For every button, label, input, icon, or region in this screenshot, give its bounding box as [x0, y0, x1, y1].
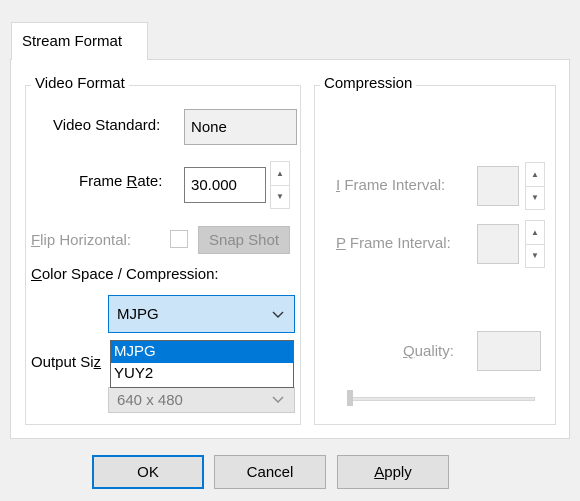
dropdown-option-mjpg[interactable]: MJPG [111, 341, 293, 363]
color-space-label: Color Space / Compression: [31, 266, 219, 283]
p-frame-interval-input[interactable] [477, 224, 519, 264]
p-frame-interval-label: P Frame Interval: [336, 235, 451, 252]
apply-button[interactable]: Apply [337, 455, 449, 489]
color-space-dropdown[interactable]: MJPG YUY2 [110, 340, 294, 388]
i-frame-interval-spinner[interactable]: ▲ ▼ [525, 162, 545, 210]
tab-label: Stream Format [22, 33, 123, 50]
chevron-down-icon [272, 396, 284, 403]
frame-rate-value: 30.000 [191, 176, 237, 194]
spin-up-icon[interactable]: ▲ [526, 221, 544, 244]
spin-down-icon[interactable]: ▼ [526, 185, 544, 210]
i-frame-interval-input[interactable] [477, 166, 519, 206]
output-size-value: 640 x 480 [117, 391, 183, 409]
spin-up-icon[interactable]: ▲ [271, 162, 289, 185]
quality-slider-track[interactable] [347, 397, 535, 401]
flip-horizontal-label: Flip Horizontal: [31, 232, 132, 249]
p-frame-interval-spinner[interactable]: ▲ ▼ [525, 220, 545, 268]
video-standard-value: None [191, 118, 227, 136]
compression-title: Compression [320, 75, 417, 92]
i-frame-interval-label: I Frame Interval: [336, 177, 446, 194]
chevron-down-icon [272, 311, 284, 318]
flip-horizontal-checkbox[interactable] [170, 230, 188, 248]
snap-shot-button[interactable]: Snap Shot [198, 226, 290, 254]
quality-label: Quality: [403, 343, 454, 360]
dropdown-option-yuy2[interactable]: YUY2 [111, 363, 293, 385]
frame-rate-spinner[interactable]: ▲ ▼ [270, 161, 290, 209]
color-space-selected: MJPG [117, 305, 159, 323]
quality-input [477, 331, 541, 371]
spin-up-icon[interactable]: ▲ [526, 163, 544, 186]
ok-button[interactable]: OK [92, 455, 204, 489]
output-size-combo[interactable]: 640 x 480 [108, 387, 295, 413]
cancel-button[interactable]: Cancel [214, 455, 326, 489]
spin-down-icon[interactable]: ▼ [271, 184, 289, 209]
frame-rate-input[interactable]: 30.000 [184, 167, 266, 203]
frame-rate-label: Frame Rate: [79, 173, 163, 190]
video-standard-label: Video Standard: [53, 117, 161, 134]
color-space-combo[interactable]: MJPG [108, 295, 295, 333]
spin-down-icon[interactable]: ▼ [526, 243, 544, 268]
video-format-title: Video Format [31, 75, 129, 92]
tab-stream-format[interactable]: Stream Format [11, 22, 148, 60]
quality-slider-thumb[interactable] [347, 390, 353, 406]
output-size-label: Output Siz [31, 354, 102, 371]
video-standard-field: None [184, 109, 297, 145]
compression-group [314, 85, 556, 425]
